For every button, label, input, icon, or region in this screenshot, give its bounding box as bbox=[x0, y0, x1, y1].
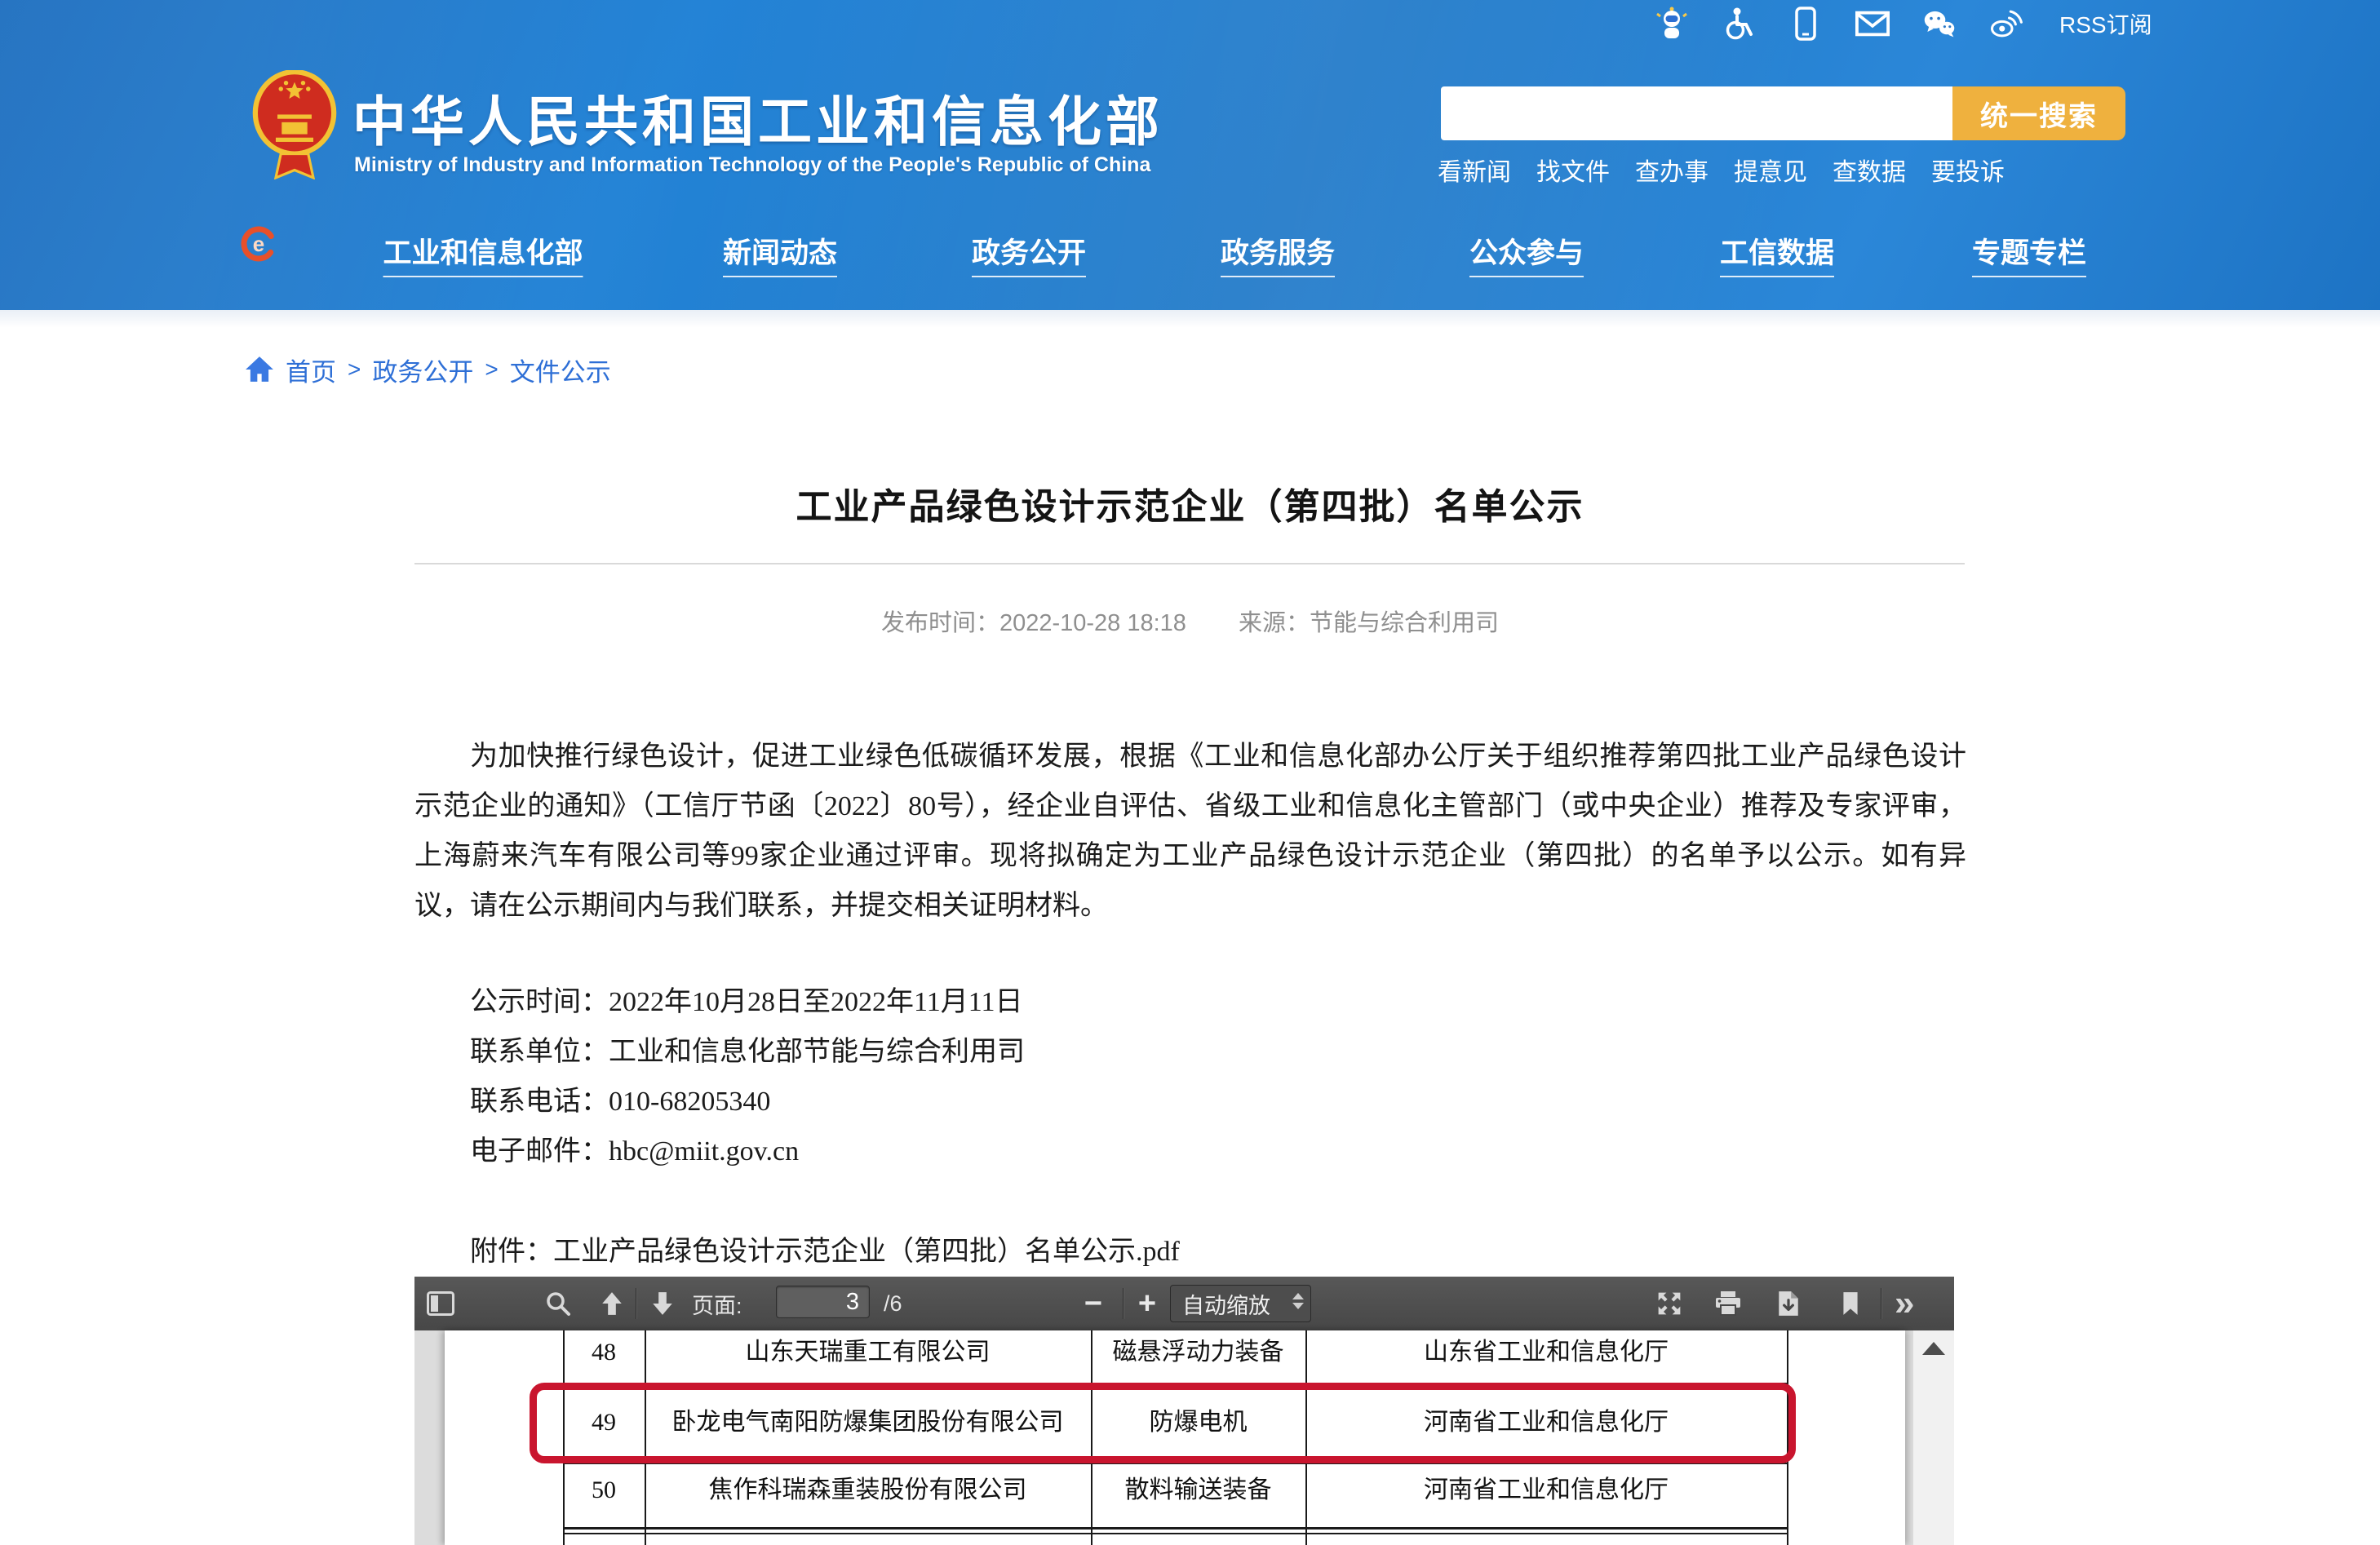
dropdown-spinner-icon bbox=[1292, 1293, 1304, 1309]
page-down-icon[interactable] bbox=[648, 1290, 677, 1317]
pdf-content-area: 48 山东天瑞重工有限公司 磁悬浮动力装备 山东省工业和信息化厅 49 卧龙电气… bbox=[414, 1330, 1954, 1545]
breadcrumb-file-notice[interactable]: 文件公示 bbox=[510, 352, 611, 388]
table-cell-product: 磁悬浮动力装备 bbox=[1091, 1336, 1305, 1369]
nav-item-public[interactable]: 公众参与 bbox=[1469, 230, 1584, 277]
breadcrumb-separator: > bbox=[348, 356, 361, 383]
table-cell-company: 山东天瑞重工有限公司 bbox=[645, 1336, 1091, 1369]
smart-assistant-icon[interactable] bbox=[1655, 7, 1689, 41]
toolbar-separator bbox=[1123, 1288, 1124, 1319]
page-number-input[interactable] bbox=[776, 1286, 870, 1318]
pdf-viewer: 页面: /6 − + 自动缩放 bbox=[414, 1277, 1954, 1545]
nav-item-special[interactable]: 专题专栏 bbox=[1972, 230, 2086, 277]
quick-link-services[interactable]: 查办事 bbox=[1635, 152, 1709, 188]
site-subtitle-en: Ministry of Industry and Information Tec… bbox=[354, 153, 1150, 177]
nav-item-gov-serv[interactable]: 政务服务 bbox=[1221, 230, 1335, 277]
table-cell-company: 焦作科瑞森重装股份有限公司 bbox=[645, 1474, 1091, 1507]
breadcrumb-home[interactable]: 首页 bbox=[286, 352, 336, 388]
site-header: RSS订阅 中华人民共和国工业和信息化部 Ministry of Industr… bbox=[0, 0, 2380, 310]
nav-item-data[interactable]: 工信数据 bbox=[1720, 230, 1834, 277]
zoom-level-value: 自动缩放 bbox=[1182, 1288, 1270, 1320]
search-input[interactable] bbox=[1441, 86, 1952, 140]
zoom-out-icon[interactable]: − bbox=[1077, 1277, 1110, 1330]
page-number-label: 页面: bbox=[692, 1277, 742, 1330]
nav-item-gov-open[interactable]: 政务公开 bbox=[972, 230, 1086, 277]
pdf-toolbar: 页面: /6 − + 自动缩放 bbox=[414, 1277, 1954, 1331]
quick-link-news[interactable]: 看新闻 bbox=[1438, 152, 1511, 188]
table-cell-no: 48 bbox=[563, 1336, 645, 1369]
highlight-annotation-row-49 bbox=[530, 1383, 1796, 1463]
scroll-up-icon[interactable] bbox=[1922, 1342, 1945, 1355]
national-emblem bbox=[251, 70, 338, 184]
miit-e-logo-icon: e bbox=[240, 225, 277, 263]
quick-links: 看新闻 找文件 查办事 提意见 查数据 要投诉 bbox=[1438, 152, 2005, 188]
table-cell-org: 山东省工业和信息化厅 bbox=[1305, 1336, 1787, 1369]
attachment-line: 附件：工业产品绿色设计示范企业（第四批）名单公示.pdf bbox=[470, 1228, 1180, 1268]
pdf-scrollbar[interactable] bbox=[1913, 1330, 1954, 1545]
page-count: /6 bbox=[884, 1277, 902, 1330]
zoom-level-dropdown[interactable]: 自动缩放 bbox=[1170, 1285, 1311, 1322]
top-icon-bar: RSS订阅 bbox=[1655, 5, 2152, 42]
presentation-mode-icon[interactable] bbox=[1655, 1290, 1684, 1317]
article-meta: 发布时间：2022-10-28 18:18 来源：节能与综合利用司 bbox=[0, 604, 2380, 638]
mail-icon[interactable] bbox=[1855, 7, 1890, 41]
quick-link-complaint[interactable]: 要投诉 bbox=[1931, 152, 2005, 188]
quick-link-suggest[interactable]: 提意见 bbox=[1734, 152, 1807, 188]
wechat-icon[interactable] bbox=[1922, 7, 1957, 41]
more-tools-icon[interactable]: » bbox=[1895, 1277, 1914, 1330]
rss-subscribe-link[interactable]: RSS订阅 bbox=[2059, 7, 2152, 40]
breadcrumb: 首页 > 政务公开 > 文件公示 bbox=[245, 349, 611, 390]
sidebar-toggle-icon[interactable] bbox=[426, 1290, 455, 1317]
zoom-in-icon[interactable]: + bbox=[1131, 1277, 1163, 1330]
breadcrumb-gov-open[interactable]: 政务公开 bbox=[372, 352, 473, 388]
svg-text:e: e bbox=[253, 232, 264, 256]
contact-email: 电子邮件：hbc@miit.gov.cn bbox=[470, 1127, 1025, 1176]
mobile-icon[interactable] bbox=[1788, 7, 1823, 41]
contact-unit: 联系单位：工业和信息化部节能与综合利用司 bbox=[470, 1027, 1025, 1077]
unified-search-button[interactable]: 统一搜索 bbox=[1952, 86, 2125, 140]
table-cell-product: 散料输送装备 bbox=[1091, 1474, 1305, 1507]
article-source: 来源：节能与综合利用司 bbox=[1239, 610, 1499, 636]
attachment-label: 附件： bbox=[470, 1237, 553, 1267]
contact-block: 公示时间：2022年10月28日至2022年11月11日 联系单位：工业和信息化… bbox=[470, 977, 1025, 1176]
table-line bbox=[563, 1527, 1788, 1530]
contact-phone: 联系电话：010-68205340 bbox=[470, 1077, 1025, 1127]
quick-link-data[interactable]: 查数据 bbox=[1833, 152, 1906, 188]
weibo-icon[interactable] bbox=[1989, 7, 2023, 41]
accessibility-icon[interactable] bbox=[1722, 7, 1756, 41]
table-cell-org: 河南省工业和信息化厅 bbox=[1305, 1474, 1787, 1507]
quick-link-files[interactable]: 找文件 bbox=[1536, 152, 1610, 188]
page-title: 工业产品绿色设计示范企业（第四批）名单公示 bbox=[0, 477, 2380, 529]
attachment-pdf-link[interactable]: 工业产品绿色设计示范企业（第四批）名单公示.pdf bbox=[553, 1237, 1180, 1267]
site-title: 中华人民共和国工业和信息化部 bbox=[352, 78, 1163, 157]
search-icon[interactable] bbox=[543, 1290, 573, 1317]
home-icon bbox=[245, 356, 274, 383]
table-cell-no: 50 bbox=[563, 1474, 645, 1507]
bookmark-icon[interactable] bbox=[1836, 1290, 1865, 1317]
public-notice-period: 公示时间：2022年10月28日至2022年11月11日 bbox=[470, 977, 1025, 1027]
title-divider bbox=[414, 563, 1965, 564]
publish-time: 发布时间：2022-10-28 18:18 bbox=[881, 610, 1186, 636]
breadcrumb-separator: > bbox=[485, 356, 498, 383]
nav-item-miit[interactable]: 工业和信息化部 bbox=[383, 230, 583, 277]
nav-item-news[interactable]: 新闻动态 bbox=[723, 230, 837, 277]
page-up-icon[interactable] bbox=[597, 1290, 627, 1317]
print-icon[interactable] bbox=[1713, 1290, 1743, 1317]
article-body: 为加快推行绿色设计，促进工业绿色低碳循环发展，根据《工业和信息化部办公厅关于组织… bbox=[414, 732, 1966, 931]
pdf-page: 48 山东天瑞重工有限公司 磁悬浮动力装备 山东省工业和信息化厅 49 卧龙电气… bbox=[445, 1330, 1905, 1545]
download-icon[interactable] bbox=[1774, 1290, 1803, 1317]
table-line bbox=[563, 1533, 1788, 1534]
